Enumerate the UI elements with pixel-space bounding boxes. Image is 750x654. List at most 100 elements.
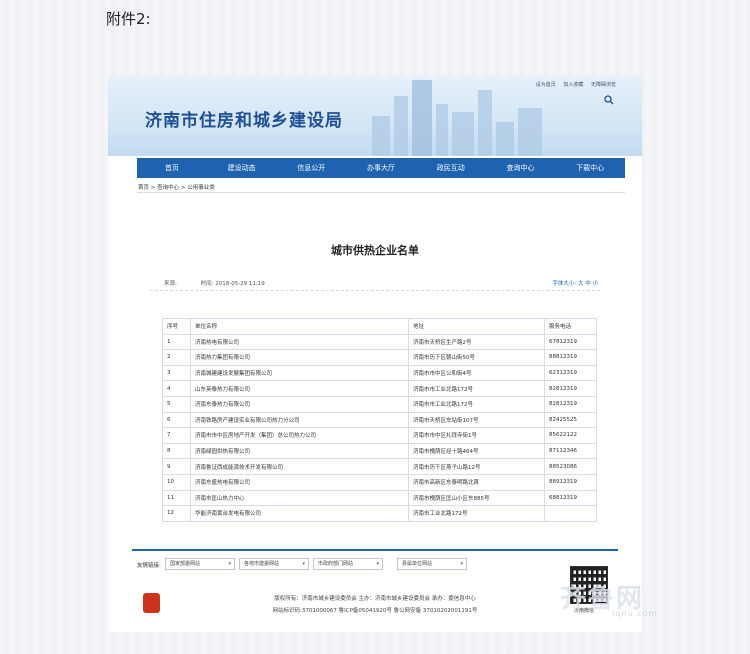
nav-download-center[interactable]: 下载中心 [555, 158, 625, 178]
website-screenshot: 济南市住房和城乡建设局 设为首页 加入收藏 无障碍浏览 首页 建设动态 信息公开… [108, 76, 642, 632]
nav-construction-news[interactable]: 建设动态 [207, 158, 277, 178]
select-value: 国家部委网站 [170, 561, 201, 567]
cell-company: 华能济南黄台发电有限公司 [190, 505, 409, 522]
cell-number: 5 [162, 395, 191, 413]
cell-phone: 62312319 [544, 364, 597, 382]
cell-company: 济南城建建设发展集团有限公司 [190, 364, 409, 382]
select-government-sites[interactable]: 市政府部门网站 ▾ [313, 558, 383, 570]
table-row: 6 济南铁路房产建设实业有限公司热力分公司 济南市天桥区车站街107号 8242552… [162, 411, 597, 429]
divider [150, 290, 600, 291]
chevron-down-icon: ▾ [460, 561, 463, 567]
cell-company: 济南铁路房产建设实业有限公司热力分公司 [190, 411, 409, 429]
cell-phone: 88812319 [544, 349, 597, 366]
cell-number: 10 [162, 473, 191, 491]
nav-interaction[interactable]: 政民互动 [416, 158, 486, 178]
font-size-large[interactable]: 大 [578, 281, 584, 287]
top-link-accessibility[interactable]: 无障碍浏览 [591, 82, 616, 88]
cell-phone [544, 505, 597, 522]
footer-divider [132, 549, 618, 551]
table-row: 10 济南东盛热电有限公司 济南市高新区东泰明路北首 88912319 [162, 473, 597, 491]
cell-address: 济南市市中区公和街4号 [408, 364, 545, 382]
cell-phone: 87112346 [544, 442, 597, 460]
attachment-label: 附件2: [106, 10, 151, 28]
heating-company-table: 序号 单位名称 地址 服务电话 1 济南热电有限公司 济南市天桥区生产路2号 6781… [162, 318, 597, 522]
column-header-phone: 服务电话 [544, 318, 597, 335]
cell-phone: 88523086 [544, 458, 597, 475]
cell-number: 2 [162, 349, 191, 366]
cell-company: 济南市匡山热力中心 [190, 489, 409, 507]
select-unit-sites[interactable]: 县属单位网站 ▾ [397, 558, 467, 570]
divider [137, 192, 625, 193]
font-size-label: 字体大小: [552, 281, 577, 287]
cell-address: 济南市市中区礼拜寺街1号 [408, 427, 545, 444]
cell-company: 山东英泰热力有限公司 [190, 380, 409, 397]
table-row: 12 华能济南黄台发电有限公司 济南市工业北路172号 [162, 505, 597, 522]
column-header-company: 单位名称 [190, 318, 409, 335]
cell-number: 6 [162, 411, 191, 429]
cell-phone: 88912319 [544, 473, 597, 491]
cell-number: 12 [162, 505, 191, 522]
table-row: 2 济南热力集团有限公司 济南市历下区朝山街50号 88812319 [162, 349, 597, 366]
cell-address: 济南市槐荫区经十路464号 [408, 442, 545, 460]
cell-address: 济南市天桥区生产路2号 [408, 333, 545, 351]
cell-company: 济南东泰热力有限公司 [190, 395, 409, 413]
article-title: 城市供热企业名单 [331, 244, 419, 257]
column-header-number: 序号 [162, 318, 191, 335]
top-link-favorite[interactable]: 加入收藏 [563, 82, 583, 88]
source-label: 来源: [164, 281, 177, 287]
cell-company: 济南东盛热电有限公司 [190, 473, 409, 491]
cell-number: 7 [162, 427, 191, 444]
cell-phone: 82425525 [544, 411, 597, 429]
font-size-control: 字体大小: 大 中 小 [552, 279, 598, 287]
cell-address: 济南市历下区朝山街50号 [408, 349, 545, 366]
table-row: 11 济南市匡山热力中心 济南市槐荫区匡山小区东885号 68812319 [162, 489, 597, 507]
nav-service-hall[interactable]: 办事大厅 [346, 158, 416, 178]
select-value: 县属单位网站 [402, 561, 433, 567]
cell-address: 济南市历下区燕子山路12号 [408, 458, 545, 475]
font-size-small[interactable]: 小 [592, 281, 598, 287]
cell-number: 8 [162, 442, 191, 460]
chevron-down-icon: ▾ [228, 561, 231, 567]
cell-address: 济南市市工业北路172号 [408, 380, 545, 397]
cell-phone: 82812319 [544, 395, 597, 413]
table-row: 4 山东英泰热力有限公司 济南市市工业北路172号 82812319 [162, 380, 597, 397]
breadcrumb[interactable]: 首页 > 查询中心 > 公用事业类 [138, 183, 215, 191]
cell-address: 济南市市工业北路172号 [408, 395, 545, 413]
cell-address: 济南市槐荫区匡山小区东885号 [408, 489, 545, 507]
friend-links-label: 友情链接: [137, 563, 161, 569]
cell-phone: 82812319 [544, 380, 597, 397]
nav-home[interactable]: 首页 [137, 158, 207, 178]
nav-query-center[interactable]: 查询中心 [486, 158, 556, 178]
chevron-down-icon: ▾ [376, 561, 379, 567]
table-row: 7 济南市市中区房地产开发（集团）总公司热力公司 济南市市中区礼拜寺街1号 85622… [162, 427, 597, 444]
article-meta: 来源: 时间: 2018-05-29 11:19 [164, 279, 265, 287]
cell-number: 11 [162, 489, 191, 507]
table-row: 9 济南鲁证西成能源技术开发有限公司 济南市历下区燕子山路12号 88523086 [162, 458, 597, 475]
time-label: 时间: [200, 281, 214, 287]
top-links: 设为首页 加入收藏 无障碍浏览 [530, 81, 616, 88]
cell-phone: 68812319 [544, 489, 597, 507]
nav-info-disclosure[interactable]: 信息公开 [276, 158, 346, 178]
select-ministry-sites[interactable]: 国家部委网站 ▾ [165, 558, 235, 570]
chevron-down-icon: ▾ [302, 561, 305, 567]
cell-phone: 85622122 [544, 427, 597, 444]
cell-address: 济南市工业北路172号 [408, 505, 545, 522]
table-row: 3 济南城建建设发展集团有限公司 济南市市中区公和街4号 62312319 [162, 364, 597, 382]
site-title: 济南市住房和城乡建设局 [145, 111, 343, 131]
column-header-address: 地址 [408, 318, 545, 335]
select-value: 各地市建委网站 [244, 561, 280, 567]
cell-address: 济南市高新区东泰明路北首 [408, 473, 545, 491]
select-city-sites[interactable]: 各地市建委网站 ▾ [239, 558, 309, 570]
search-icon[interactable] [604, 95, 614, 105]
watermark-url: iqilu.com [612, 609, 658, 618]
cell-company: 济南市市中区房地产开发（集团）总公司热力公司 [190, 427, 409, 444]
top-link-homepage[interactable]: 设为首页 [536, 82, 556, 88]
cell-company: 济南热力集团有限公司 [190, 349, 409, 366]
cell-company: 济南热电有限公司 [190, 333, 409, 351]
font-size-medium[interactable]: 中 [585, 281, 591, 287]
site-header: 济南市住房和城乡建设局 设为首页 加入收藏 无障碍浏览 [108, 76, 642, 156]
cell-address: 济南市天桥区车站街107号 [408, 411, 545, 429]
cell-company: 济南鲁证西成能源技术开发有限公司 [190, 458, 409, 475]
cell-company: 济南绿园供热有限公司 [190, 442, 409, 460]
cell-number: 3 [162, 364, 191, 382]
